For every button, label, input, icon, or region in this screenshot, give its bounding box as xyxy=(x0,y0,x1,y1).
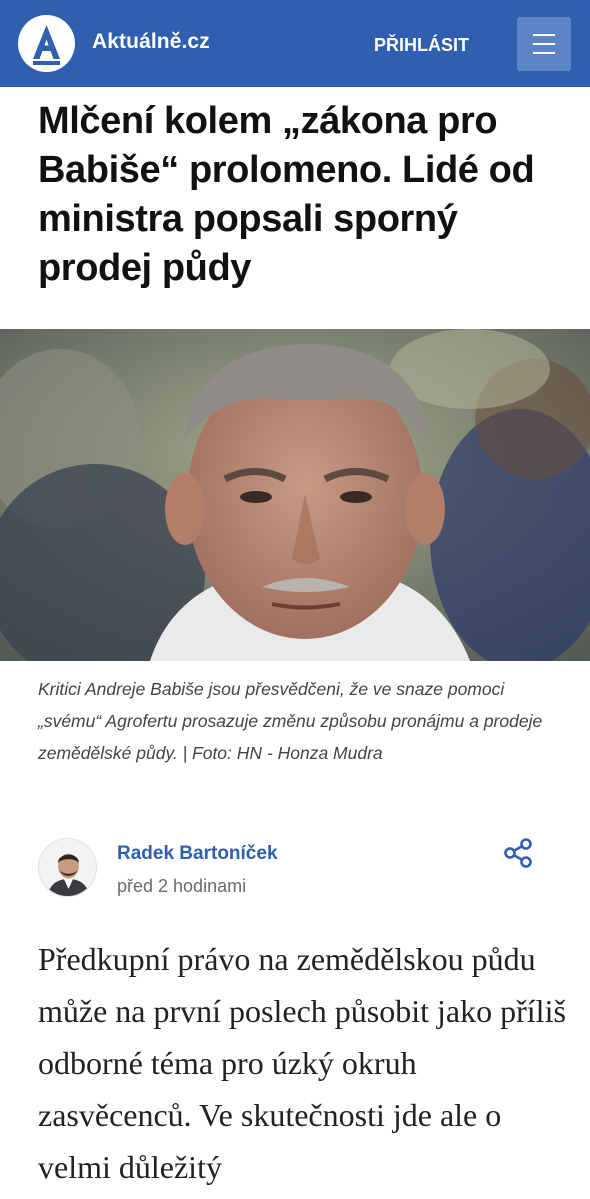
share-icon[interactable] xyxy=(501,836,535,870)
menu-line xyxy=(533,34,555,36)
logo-letter-a-icon xyxy=(33,25,60,65)
photo-caption: Kritici Andreje Babiše jsou přesvědčeni,… xyxy=(38,679,543,763)
share-icon-glyph xyxy=(504,838,532,868)
aktualne-logo-icon[interactable] xyxy=(18,15,75,72)
hamburger-menu-icon[interactable] xyxy=(517,17,571,71)
login-button[interactable]: PŘIHLÁSIT xyxy=(374,35,469,56)
published-time: před 2 hodinami xyxy=(117,876,247,896)
author-avatar[interactable] xyxy=(38,838,97,897)
article-photo[interactable] xyxy=(0,329,590,661)
menu-line xyxy=(533,52,555,54)
portrait-illustration xyxy=(0,329,590,661)
site-brand-name[interactable]: Aktuálně.cz xyxy=(92,30,210,54)
top-navigation-bar: Aktuálně.cz PŘIHLÁSIT xyxy=(0,0,590,87)
article-lead-paragraph: Předkupní právo na zemědělskou půdu může… xyxy=(38,941,566,1185)
menu-line xyxy=(533,43,555,45)
author-avatar-illustration xyxy=(39,839,96,896)
author-name-link[interactable]: Radek Bartoníček xyxy=(117,843,278,865)
article-headline: Mlčení kolem „zákona pro Babiše“ prolome… xyxy=(38,100,535,289)
